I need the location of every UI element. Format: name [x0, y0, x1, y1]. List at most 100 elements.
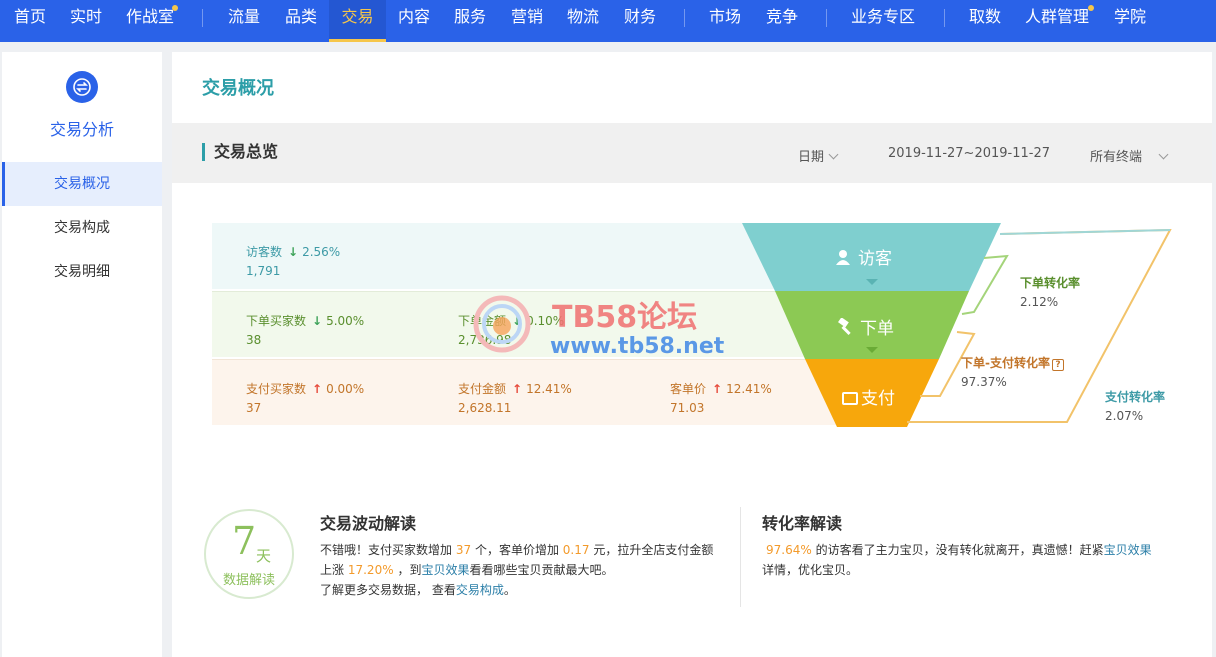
nav-market[interactable]: 市场 — [709, 0, 741, 42]
conversion-order: 下单转化率 2.12% — [1020, 274, 1080, 309]
watermark-title: TB58论坛 — [552, 300, 698, 335]
nav-competition[interactable]: 竞争 — [766, 0, 798, 42]
date-type-dropdown[interactable]: 日期 — [798, 146, 839, 165]
nav-finance[interactable]: 财务 — [624, 0, 656, 42]
interp-line: 不错哦！支付买家数增加 37 个，客单价增加 0.17 元，拉升全店支付金额 — [320, 540, 740, 560]
interp-text: 不错哦！支付买家数增加 — [320, 543, 453, 557]
interp-text: 。 — [503, 583, 516, 597]
trend-up-icon: ↑ — [712, 382, 723, 396]
nav-content[interactable]: 内容 — [398, 0, 430, 42]
section-header: 交易总览 日期 2019-11-27~2019-11-27 所有终端 — [172, 123, 1212, 183]
sidebar-item-composition[interactable]: 交易构成 — [2, 206, 162, 250]
interp-line: 详情，优化宝贝。 — [762, 563, 859, 577]
conversion-order-pay: 下单-支付转化率? 97.37% — [961, 354, 1064, 389]
gavel-icon — [836, 317, 854, 336]
highlight-value: 37 — [455, 543, 472, 557]
metric-change: 12.41% — [526, 382, 572, 396]
page-title: 交易概况 — [202, 78, 274, 99]
trade-wave-interpretation: 交易波动解读 不错哦！支付买家数增加 37 个，客单价增加 0.17 元，拉升全… — [320, 514, 740, 600]
metric-label: 访客数 — [246, 245, 283, 259]
help-icon[interactable]: ? — [1051, 359, 1064, 371]
wallet-icon — [842, 392, 858, 405]
nav-service[interactable]: 服务 — [454, 0, 486, 42]
date-type-label: 日期 — [798, 150, 825, 165]
user-icon — [836, 249, 850, 265]
nav-divider — [684, 9, 685, 27]
stage-label: 访客 — [858, 249, 892, 269]
badge-label: 数据解读 — [222, 573, 275, 588]
metric-change: 5.00% — [326, 314, 365, 328]
nav-academy[interactable]: 学院 — [1114, 0, 1146, 42]
metric-change: 0.00% — [326, 382, 365, 396]
conversion-value: 2.12% — [1020, 295, 1059, 309]
nav-divider — [944, 9, 945, 27]
conversion-pay: 支付转化率 2.07% — [1105, 388, 1165, 423]
conversion-value: 2.07% — [1105, 409, 1144, 423]
highlight-value: 0.17 — [562, 543, 590, 557]
interp-text: 个，客单价增加 — [474, 543, 559, 557]
nav-marketing[interactable]: 营销 — [511, 0, 543, 42]
terminal-dropdown[interactable]: 所有终端 — [1090, 146, 1169, 165]
metric-value: 37 — [246, 401, 262, 415]
link-item-effect[interactable]: 宝贝效果 — [1104, 543, 1152, 557]
badge-unit: 天 — [256, 547, 272, 565]
date-range-picker[interactable]: 2019-11-27~2019-11-27 — [888, 146, 1050, 161]
nav-divider — [826, 9, 827, 27]
metric-value: 1,791 — [246, 264, 281, 278]
trend-down-icon: ↓ — [312, 314, 323, 328]
notification-dot — [172, 5, 178, 11]
sidebar-item-overview[interactable]: 交易概况 — [2, 162, 162, 206]
metric-value: 38 — [246, 333, 262, 347]
top-nav: 首页 实时 作战室 流量 品类 交易 内容 服务 营销 物流 财务 市场 竞争 … — [0, 0, 1216, 42]
metric-label: 下单买家数 — [246, 314, 307, 328]
nav-audience[interactable]: 人群管理 — [1025, 0, 1089, 42]
stage-payments: 支付 — [842, 384, 895, 409]
main-panel: 交易概况 交易总览 日期 2019-11-27~2019-11-27 所有终端 … — [172, 52, 1212, 657]
stage-visitors: 访客 — [836, 244, 892, 269]
seven-day-badge[interactable]: 7 天 数据解读 — [204, 509, 294, 599]
nav-data-fetch[interactable]: 取数 — [969, 0, 1001, 42]
trend-up-icon: ↑ — [312, 382, 323, 396]
trend-up-icon: ↑ — [512, 382, 523, 396]
interp-text: 的访客看了主力宝贝，没有转化就离开，真遗憾！赶紧 — [815, 543, 1104, 557]
nav-realtime[interactable]: 实时 — [70, 0, 102, 42]
metric-label: 支付买家数 — [246, 382, 307, 396]
interp-line: 了解更多交易数据， 查看交易构成。 — [320, 580, 740, 600]
sidebar-item-detail[interactable]: 交易明细 — [2, 250, 162, 294]
conversion-value: 97.37% — [961, 375, 1007, 389]
interp-title: 交易波动解读 — [320, 514, 417, 533]
chevron-down-icon — [828, 149, 839, 160]
watermark-url: www.tb58.net — [550, 334, 725, 359]
chevron-down-icon — [1158, 149, 1169, 160]
interp-text: ，到 — [397, 563, 422, 577]
section-title: 交易总览 — [202, 143, 278, 161]
stage-orders: 下单 — [836, 314, 894, 339]
conversion-label: 下单转化率 — [1020, 276, 1081, 290]
nav-category[interactable]: 品类 — [285, 0, 317, 42]
notification-dot — [1088, 5, 1094, 11]
link-item-effect[interactable]: 宝贝效果 — [421, 563, 469, 577]
watermark-logo-icon — [473, 295, 531, 353]
metric-pay-buyers: 支付买家数 ↑ 0.00% 37 — [246, 380, 364, 415]
metric-visitors: 访客数 ↓ 2.56% 1,791 — [246, 243, 340, 278]
nav-trade[interactable]: 交易 — [329, 0, 386, 42]
trend-down-icon: ↓ — [288, 245, 299, 259]
interp-line: 上涨 17.20% ，到宝贝效果看看哪些宝贝贡献最大吧。 — [320, 560, 740, 580]
exchange-icon — [66, 71, 98, 103]
divider — [740, 507, 741, 607]
nav-home[interactable]: 首页 — [14, 0, 46, 42]
nav-war-room[interactable]: 作战室 — [126, 0, 174, 42]
metric-label: 客单价 — [670, 382, 707, 396]
interp-title: 转化率解读 — [762, 514, 843, 533]
metric-label: 支付金额 — [458, 382, 507, 396]
sidebar-title: 交易分析 — [49, 120, 114, 139]
nav-logistics[interactable]: 物流 — [567, 0, 599, 42]
nav-traffic[interactable]: 流量 — [228, 0, 260, 42]
interp-text: 了解更多交易数据， 查看 — [320, 583, 456, 597]
terminal-label: 所有终端 — [1090, 150, 1143, 165]
conversion-rate-interpretation: 转化率解读 97.64% 的访客看了主力宝贝，没有转化就离开，真遗憾！赶紧宝贝效… — [762, 514, 1182, 580]
nav-business-zone[interactable]: 业务专区 — [851, 0, 915, 42]
stage-label: 支付 — [861, 389, 895, 409]
conversion-label: 下单-支付转化率 — [961, 356, 1050, 370]
link-trade-composition[interactable]: 交易构成 — [456, 583, 504, 597]
